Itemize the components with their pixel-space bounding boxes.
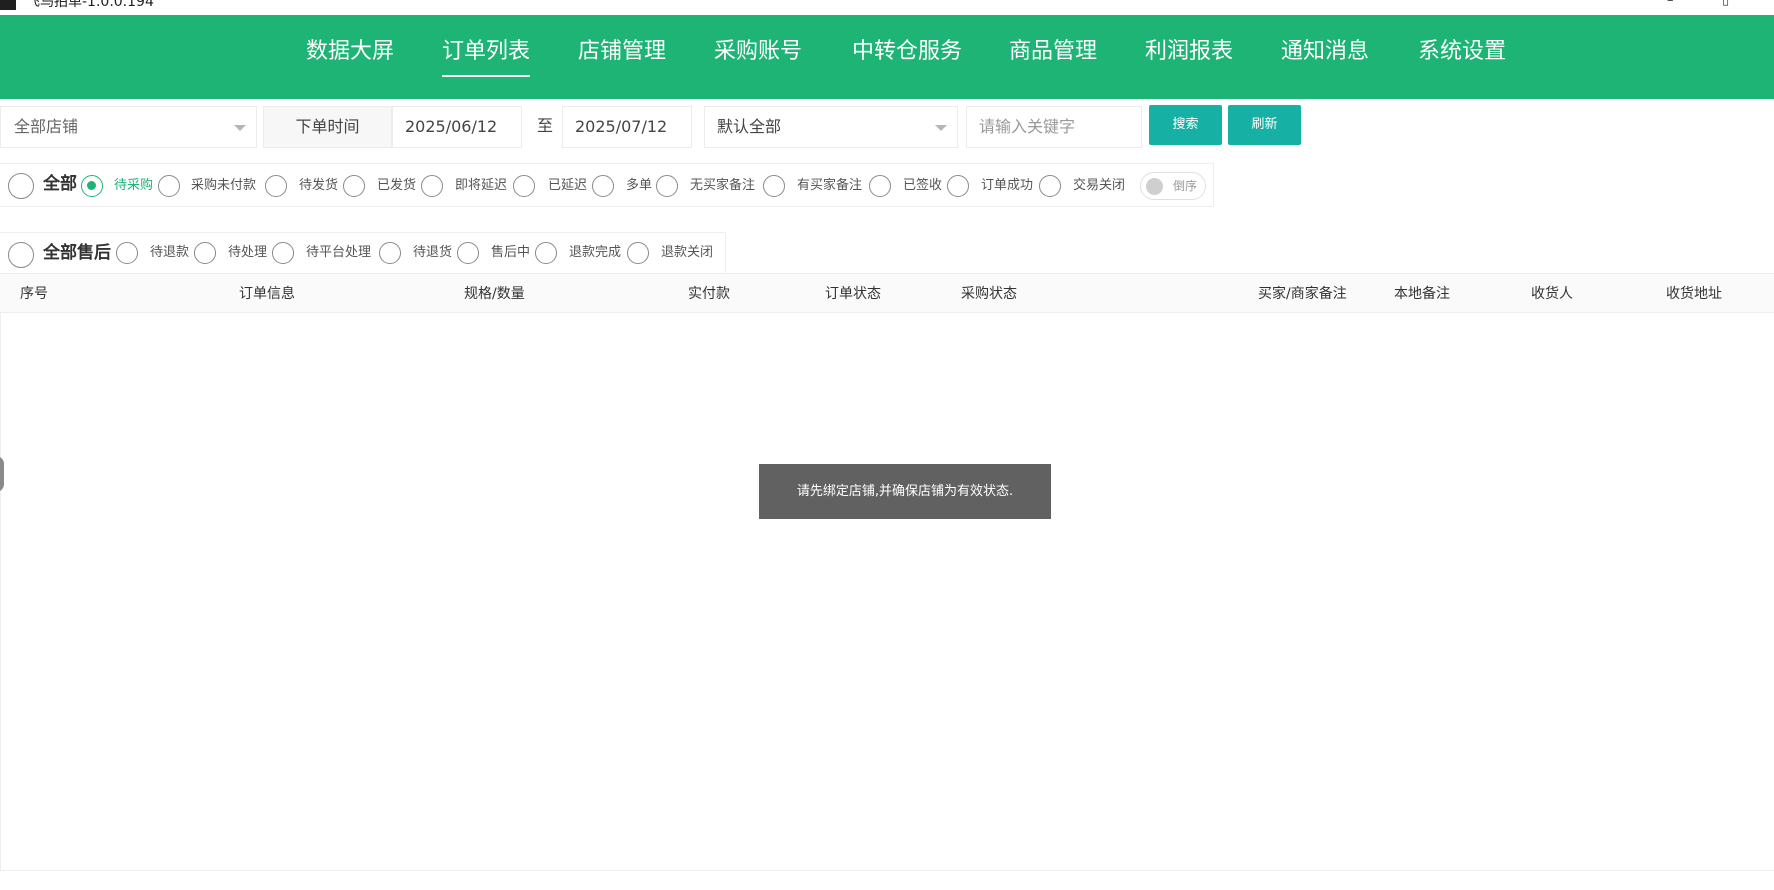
toggle-label: 倒序 [1173,179,1198,193]
order-time-label: 下单时间 [263,106,392,148]
radio-delayed-label: 已延迟 [548,178,588,193]
radio-pending-platform-label: 待平台处理 [306,245,372,260]
radio-pending-shipment[interactable] [265,175,287,197]
radio-all-label: 全部 [43,174,77,194]
order-table-body [0,313,1774,871]
radio-multiple-orders-label: 多单 [626,178,653,193]
type-select-value: 默认全部 [717,117,782,136]
nav-item-notifications[interactable]: 通知消息 [1281,37,1369,67]
radio-refund-closed-label: 退款关闭 [661,245,714,260]
shop-select[interactable]: 全部店铺 [0,106,257,148]
radio-purchase-unpaid[interactable] [158,175,180,197]
radio-trade-closed-label: 交易关闭 [1073,178,1126,193]
radio-no-buyer-note[interactable] [656,175,678,197]
column-header-order-info: 订单信息 [239,286,295,302]
window-title: 飞鸟拍单-1.0.0.194 [26,0,154,10]
toggle-knob [1146,178,1163,195]
nav-item-profit-report[interactable]: 利润报表 [1145,37,1233,67]
radio-pending-refund-label: 待退款 [150,245,190,260]
nav-item-order-list[interactable]: 订单列表 [442,37,531,77]
radio-signed-label: 已签收 [903,178,943,193]
column-header-receiver: 收货人 [1531,286,1573,302]
radio-pending-refund[interactable] [116,242,138,264]
radio-about-to-delay-label: 即将延迟 [455,178,508,193]
radio-has-buyer-note-label: 有买家备注 [797,178,863,193]
nav-item-dashboard[interactable]: 数据大屏 [306,37,394,67]
radio-no-buyer-note-label: 无买家备注 [690,178,756,193]
order-table-header: 序号 订单信息 规格/数量 实付款 订单状态 采购状态 买家/商家备注 本地备注… [0,273,1774,313]
radio-shipped-label: 已发货 [377,178,417,193]
radio-pending-purchase[interactable] [81,175,103,197]
radio-shipped[interactable] [343,175,365,197]
radio-about-to-delay[interactable] [421,175,443,197]
title-bar: 飞鸟拍单-1.0.0.194 – ▯ [0,0,1774,15]
radio-in-aftersale-label: 售后中 [491,245,531,260]
radio-delayed[interactable] [513,175,535,197]
radio-pending-return-label: 待退货 [413,245,453,260]
column-header-local-note: 本地备注 [1394,286,1450,302]
radio-all[interactable] [8,173,34,199]
radio-refund-closed[interactable] [627,242,649,264]
search-button[interactable]: 搜索 [1149,105,1222,145]
reverse-order-toggle[interactable]: 倒序 [1140,172,1206,200]
radio-order-success-label: 订单成功 [981,178,1034,193]
radio-trade-closed[interactable] [1039,175,1061,197]
top-nav: 数据大屏 订单列表 店铺管理 采购账号 中转仓服务 商品管理 利润报表 通知消息… [0,15,1774,99]
radio-order-success[interactable] [947,175,969,197]
column-header-index: 序号 [20,286,48,302]
radio-refund-completed[interactable] [535,242,557,264]
nav-item-purchase-accounts[interactable]: 采购账号 [714,37,802,67]
restore-button[interactable]: ▯ [1722,0,1729,8]
radio-all-aftersale-label: 全部售后 [43,243,111,263]
app-icon [0,0,16,10]
radio-signed[interactable] [869,175,891,197]
column-header-buyer-seller-note: 买家/商家备注 [1258,286,1347,302]
nav-item-transfer-warehouse[interactable]: 中转仓服务 [852,37,962,67]
radio-refund-completed-label: 退款完成 [569,245,622,260]
date-to-input[interactable]: 2025/07/12 [562,106,692,148]
column-header-address: 收货地址 [1666,286,1722,302]
radio-multiple-orders[interactable] [592,175,614,197]
column-header-paid-amount: 实付款 [688,286,730,302]
nav-item-product-management[interactable]: 商品管理 [1009,37,1097,67]
shop-select-value: 全部店铺 [14,117,79,136]
minimize-button[interactable]: – [1667,0,1674,8]
radio-pending-process[interactable] [194,242,216,264]
nav-item-shop-management[interactable]: 店铺管理 [578,37,666,67]
radio-pending-platform[interactable] [272,242,294,264]
radio-all-aftersale[interactable] [8,242,34,268]
radio-pending-return[interactable] [379,242,401,264]
date-from-input[interactable]: 2025/06/12 [392,106,522,148]
radio-pending-shipment-label: 待发货 [299,178,339,193]
radio-in-aftersale[interactable] [457,242,479,264]
column-header-purchase-status: 采购状态 [961,286,1017,302]
radio-pending-purchase-label: 待采购 [114,178,154,193]
refresh-button[interactable]: 刷新 [1228,105,1301,145]
nav-item-system-settings[interactable]: 系统设置 [1418,37,1506,67]
date-range-separator: 至 [530,106,560,148]
toast-message: 请先绑定店铺,并确保店铺为有效状态. [759,464,1051,519]
type-select[interactable]: 默认全部 [704,106,958,148]
chevron-down-icon [234,125,246,131]
radio-has-buyer-note[interactable] [763,175,785,197]
chevron-down-icon [935,125,947,131]
column-header-order-status: 订单状态 [825,286,881,302]
keyword-input[interactable]: 请输入关键字 [966,106,1142,148]
radio-purchase-unpaid-label: 采购未付款 [191,178,257,193]
radio-pending-process-label: 待处理 [228,245,268,260]
column-header-spec-quantity: 规格/数量 [464,286,525,302]
side-drawer-handle[interactable] [0,456,4,492]
